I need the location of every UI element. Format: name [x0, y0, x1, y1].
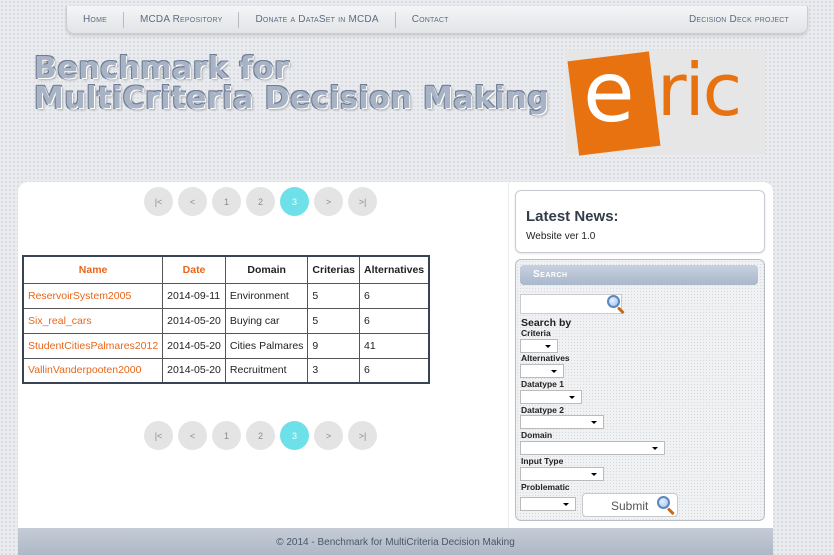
dataset-link[interactable]: StudentCitiesPalmares2012 — [28, 340, 158, 352]
page-3-button[interactable]: 3 — [280, 421, 309, 450]
cell-criterias: 5 — [307, 307, 361, 334]
column-header-name[interactable]: Name — [22, 255, 164, 284]
news-box: Latest News: Website ver 1.0 — [515, 190, 765, 253]
site-title: Benchmark for MultiCriteria Decision Mak… — [34, 54, 549, 114]
cell-date: 2014-05-20 — [162, 332, 226, 359]
main-content: |< < 1 2 3 > >| Name Date Domain Criteri… — [18, 182, 508, 528]
domain-label: Domain — [521, 430, 553, 440]
dataset-link[interactable]: ReservoirSystem2005 — [28, 290, 131, 302]
criteria-label: Criteria — [521, 328, 551, 338]
cell-criterias: 3 — [307, 357, 361, 384]
search-header: Search — [520, 265, 758, 285]
footer-text: © 2014 - Benchmark for MultiCriteria Dec… — [276, 537, 515, 548]
domain-select[interactable] — [520, 441, 665, 455]
dataset-table: Name Date Domain Criterias Alternatives … — [22, 255, 431, 384]
criteria-select[interactable] — [520, 339, 558, 353]
site-title-line1: Benchmark for — [34, 51, 290, 86]
page-2-button[interactable]: 2 — [246, 187, 275, 216]
page-1-button[interactable]: 1 — [212, 187, 241, 216]
cell-criterias: 5 — [307, 282, 361, 309]
cell-alternatives: 6 — [359, 307, 430, 334]
alternatives-select[interactable] — [520, 364, 564, 378]
table-row: StudentCitiesPalmares2012 2014-05-20 Cit… — [22, 332, 430, 359]
datatype1-select[interactable] — [520, 390, 582, 404]
cell-date: 2014-05-20 — [162, 357, 226, 384]
submit-button[interactable]: Submit — [582, 493, 678, 517]
cell-domain: Environment — [224, 282, 309, 309]
input-type-select[interactable] — [520, 467, 604, 481]
cell-date: 2014-09-11 — [162, 282, 226, 309]
page-next-button[interactable]: > — [314, 187, 343, 216]
nav-contact[interactable]: Contact — [396, 14, 465, 25]
page-next-button[interactable]: > — [314, 421, 343, 450]
news-heading: Latest News: — [526, 208, 619, 225]
pagination-bottom: |< < 1 2 3 > >| — [144, 421, 377, 450]
site-title-line2: MultiCriteria Decision Making — [34, 81, 550, 116]
search-icon[interactable] — [607, 295, 625, 315]
page-last-button[interactable]: >| — [348, 421, 377, 450]
page-3-button[interactable]: 3 — [280, 187, 309, 216]
eric-logo: e ric — [565, 43, 765, 156]
search-panel: Search Search by Criteria Alternatives D… — [515, 259, 765, 521]
table-row: VallinVanderpooten2000 2014-05-20 Recrui… — [22, 357, 430, 384]
nav-mcda-repository[interactable]: MCDA Repository — [124, 14, 238, 25]
datatype2-select[interactable] — [520, 415, 604, 429]
column-header-alternatives: Alternatives — [359, 255, 430, 284]
top-nav: Home MCDA Repository Donate a DataSet in… — [66, 6, 808, 34]
sidebar: Latest News: Website ver 1.0 Search Sear… — [509, 182, 773, 528]
problematic-label: Problematic — [521, 482, 570, 492]
datatype1-label: Datatype 1 — [521, 379, 564, 389]
input-type-label: Input Type — [521, 456, 564, 466]
page-prev-button[interactable]: < — [178, 421, 207, 450]
column-header-criterias: Criterias — [307, 255, 361, 284]
logo-letter-e: e — [583, 43, 635, 141]
page-1-button[interactable]: 1 — [212, 421, 241, 450]
news-item: Website ver 1.0 — [526, 231, 596, 242]
column-header-domain: Domain — [224, 255, 309, 284]
search-icon — [657, 496, 675, 516]
problematic-select[interactable] — [520, 497, 576, 511]
nav-home[interactable]: Home — [67, 14, 123, 25]
page-first-button[interactable]: |< — [144, 421, 173, 450]
cell-criterias: 9 — [307, 332, 361, 359]
cell-alternatives: 41 — [359, 332, 430, 359]
page-prev-button[interactable]: < — [178, 187, 207, 216]
submit-label: Submit — [611, 499, 649, 513]
nav-decision-deck[interactable]: Decision Deck project — [673, 14, 807, 25]
cell-alternatives: 6 — [359, 357, 430, 384]
cell-domain: Recruitment — [224, 357, 309, 384]
pagination-top: |< < 1 2 3 > >| — [144, 187, 377, 216]
logo-text-ric: ric — [657, 48, 742, 132]
dataset-link[interactable]: Six_real_cars — [28, 315, 92, 327]
page-first-button[interactable]: |< — [144, 187, 173, 216]
cell-alternatives: 6 — [359, 282, 430, 309]
cell-domain: Buying car — [224, 307, 309, 334]
cell-domain: Cities Palmares — [224, 332, 309, 359]
alternatives-label: Alternatives — [521, 353, 570, 363]
cell-date: 2014-05-20 — [162, 307, 226, 334]
nav-donate-dataset[interactable]: Donate a DataSet in MCDA — [239, 14, 394, 25]
table-row: ReservoirSystem2005 2014-09-11 Environme… — [22, 282, 430, 309]
dataset-link[interactable]: VallinVanderpooten2000 — [28, 364, 141, 376]
table-header-row: Name Date Domain Criterias Alternatives — [22, 255, 430, 284]
page-last-button[interactable]: >| — [348, 187, 377, 216]
page-2-button[interactable]: 2 — [246, 421, 275, 450]
footer: © 2014 - Benchmark for MultiCriteria Dec… — [18, 528, 773, 555]
datatype2-label: Datatype 2 — [521, 405, 564, 415]
column-header-date[interactable]: Date — [162, 255, 226, 284]
table-row: Six_real_cars 2014-05-20 Buying car 5 6 — [22, 307, 430, 334]
